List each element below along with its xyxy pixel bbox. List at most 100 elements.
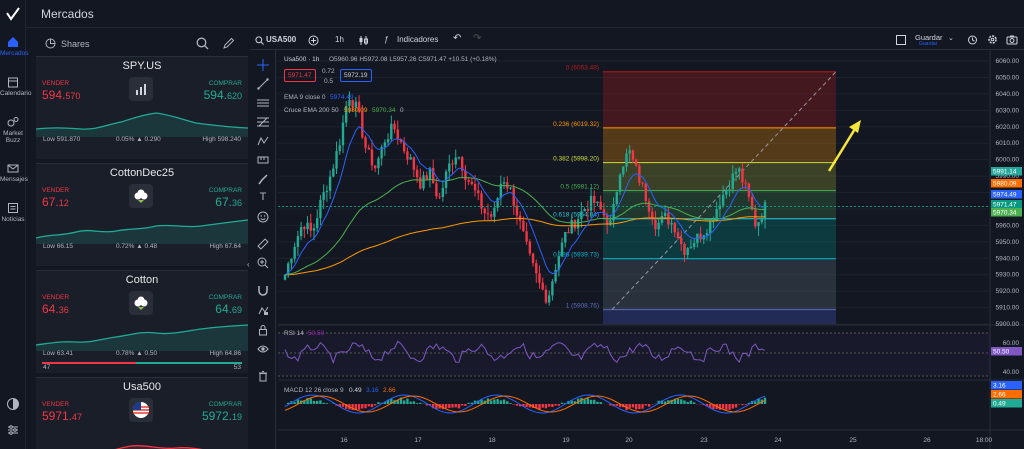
- macd-histogram-bar: [502, 399, 506, 404]
- price-tag-label: 5971.47: [993, 202, 1017, 209]
- candle-body: [322, 192, 325, 200]
- macd-histogram-bar: [728, 404, 731, 410]
- candle-body: [303, 227, 306, 230]
- fib-level-label: 0.236 (6019.32): [553, 121, 599, 128]
- ema-cross-value-1: 5980.09: [344, 107, 368, 114]
- macd-histogram-bar: [692, 402, 696, 404]
- macd-histogram-bar: [419, 402, 422, 404]
- macd-value-3: 2.66: [383, 387, 396, 394]
- candle-body: [438, 196, 441, 198]
- price-tag-label: 5991.14: [993, 169, 1017, 176]
- price-axis-label: 6030.00: [996, 107, 1020, 114]
- candle-body: [634, 159, 638, 166]
- candle-body: [528, 241, 532, 254]
- candle-body: [709, 220, 712, 234]
- fib-zone: [603, 258, 836, 310]
- candle-body: [454, 157, 457, 165]
- price-axis-label: 6060.00: [996, 58, 1020, 65]
- candle-body: [731, 173, 734, 190]
- price-axis-label: 5920.00: [996, 288, 1020, 295]
- macd-histogram-bar: [415, 403, 419, 404]
- macd-histogram-bar: [593, 399, 596, 404]
- rsi-legend[interactable]: RSI 14: [284, 330, 304, 337]
- candle-body: [448, 163, 451, 172]
- candle-body: [641, 182, 644, 184]
- sell-price-box[interactable]: 5971.47: [284, 69, 316, 82]
- macd-histogram-bar: [734, 404, 738, 408]
- candle-body: [489, 214, 493, 217]
- candle-body: [377, 158, 380, 169]
- fib-zone: [603, 71, 836, 128]
- spread-value: 0.72: [322, 68, 335, 75]
- macd-value-2: 3.16: [366, 387, 379, 394]
- candle-body: [419, 177, 422, 189]
- candle-body: [625, 153, 628, 167]
- candle-body: [673, 222, 676, 233]
- price-tag-label: 5980.09: [993, 181, 1017, 188]
- candle-body: [628, 150, 631, 154]
- macd-histogram-bar: [293, 402, 296, 404]
- price-axis-label: 6000.00: [996, 157, 1020, 164]
- macd-histogram-bar: [316, 400, 319, 404]
- macd-histogram-bar: [547, 404, 551, 407]
- candle-body: [631, 150, 635, 160]
- time-axis-label: 19: [562, 437, 570, 444]
- macd-histogram-bar: [322, 402, 325, 404]
- ema-legend[interactable]: EMA 9 close 0: [284, 94, 326, 101]
- fib-zone: [603, 162, 836, 191]
- macd-histogram-bar: [357, 404, 361, 410]
- candle-body: [567, 231, 570, 234]
- candle-body: [638, 165, 641, 183]
- candle-body: [570, 220, 573, 234]
- app: Mercados Calendario Market Buzz Mensajes…: [0, 0, 1024, 449]
- ema-cross-legend[interactable]: Cruce EMA 200 50: [284, 107, 339, 114]
- macd-histogram-bar: [631, 404, 635, 408]
- candle-body: [705, 233, 709, 236]
- rsi-axis-label: 40.00: [1003, 369, 1020, 376]
- candle-body: [374, 165, 377, 169]
- candle-body: [441, 187, 445, 197]
- candle-body: [477, 190, 480, 194]
- candle-body: [328, 176, 332, 191]
- candle-body: [754, 209, 757, 227]
- macd-histogram-bar: [683, 400, 686, 404]
- candle-body: [525, 231, 528, 242]
- candle-body: [576, 219, 580, 229]
- macd-histogram-bar: [489, 400, 493, 404]
- price-axis-label: 5930.00: [996, 272, 1020, 279]
- macd-histogram-bar: [525, 404, 528, 407]
- price-axis-label: 5940.00: [996, 255, 1020, 262]
- macd-tag-label: 3.16: [993, 383, 1006, 390]
- candle-body: [319, 199, 322, 219]
- buy-price-box[interactable]: 5972.19: [340, 69, 372, 82]
- candle-body: [383, 142, 387, 147]
- macd-histogram-bar: [409, 401, 412, 404]
- candle-body: [686, 248, 689, 255]
- candle-body: [422, 175, 425, 189]
- candle-body: [309, 222, 312, 231]
- macd-legend[interactable]: MACD 12 26 close 9: [284, 387, 344, 394]
- macd-histogram-bar: [464, 404, 467, 406]
- candle-body: [586, 209, 590, 211]
- candle-body: [689, 246, 693, 249]
- macd-histogram-bar: [721, 404, 725, 409]
- macd-histogram-bar: [741, 404, 744, 406]
- candle-body: [676, 232, 680, 239]
- fib-zone: [603, 218, 836, 259]
- candle-body: [393, 123, 396, 130]
- candle-body: [341, 122, 345, 146]
- macd-histogram-bar: [754, 401, 757, 404]
- candle-body: [728, 189, 731, 191]
- candle-body: [580, 211, 583, 220]
- macd-histogram-bar: [676, 398, 680, 404]
- candle-body: [670, 222, 673, 225]
- candle-body: [515, 205, 519, 216]
- macd-histogram-bar: [615, 404, 619, 406]
- candle-body: [589, 195, 593, 211]
- price-chart[interactable]: 0 (6053.48) 0.236 (6019.32) 0.382 (5998.20…: [0, 0, 1024, 449]
- candle-body: [531, 253, 535, 264]
- macd-value-1: 0.49: [349, 387, 362, 394]
- rsi-value: 50.50: [308, 330, 325, 337]
- macd-histogram-bar: [634, 404, 638, 410]
- macd-histogram-bar: [325, 403, 329, 404]
